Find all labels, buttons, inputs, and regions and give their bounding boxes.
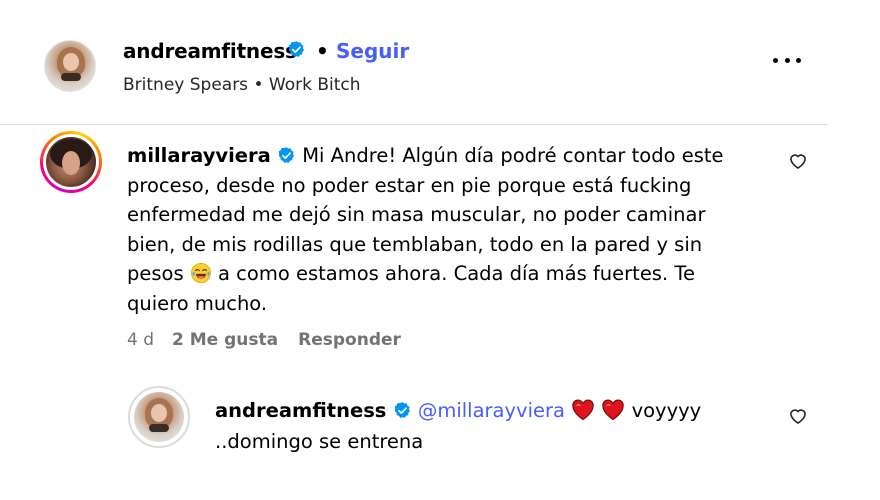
tears-of-joy-emoji bbox=[190, 262, 212, 284]
more-options-icon[interactable] bbox=[773, 55, 801, 65]
commenter-avatar bbox=[46, 137, 96, 187]
comment-body: millarayviera Mi Andre! Algún día podré … bbox=[127, 141, 747, 318]
comment-time: 4 d bbox=[127, 330, 155, 350]
reply-author-avatar[interactable] bbox=[128, 386, 190, 448]
verified-badge-icon bbox=[287, 40, 306, 59]
heart-outline-icon[interactable] bbox=[788, 406, 808, 430]
header-separator: • bbox=[316, 39, 329, 63]
dot-icon bbox=[784, 57, 790, 63]
commenter-avatar-story-ring[interactable] bbox=[40, 131, 102, 193]
music-label[interactable]: Britney Spears • Work Bitch bbox=[123, 75, 361, 95]
reply-mention-link[interactable]: @millarayviera bbox=[418, 399, 565, 422]
reply-body: andreamfitness @millarayviera voyyyy ..d… bbox=[215, 395, 775, 457]
post-author-username[interactable]: andreamfitness bbox=[123, 39, 297, 63]
reply-button[interactable]: Responder bbox=[298, 330, 401, 350]
post-author-avatar[interactable] bbox=[44, 40, 96, 92]
verified-badge-icon bbox=[393, 398, 412, 418]
follow-button[interactable]: Seguir bbox=[336, 39, 409, 63]
red-heart-emoji bbox=[571, 399, 595, 421]
dot-icon bbox=[773, 57, 778, 63]
heart-outline-icon[interactable] bbox=[788, 151, 808, 175]
verified-badge-icon bbox=[277, 144, 296, 163]
reply-username[interactable]: andreamfitness bbox=[215, 399, 386, 422]
comment-meta: 4 d 2 Me gusta Responder bbox=[127, 330, 401, 350]
comment-text-part2: a como estamos ahora. Cada día más fuert… bbox=[127, 262, 695, 315]
dot-icon bbox=[796, 57, 801, 63]
comment-username[interactable]: millarayviera bbox=[127, 144, 271, 167]
red-heart-emoji bbox=[601, 399, 625, 421]
header-divider bbox=[0, 124, 828, 125]
comment-likes-link[interactable]: 2 Me gusta bbox=[172, 330, 278, 350]
